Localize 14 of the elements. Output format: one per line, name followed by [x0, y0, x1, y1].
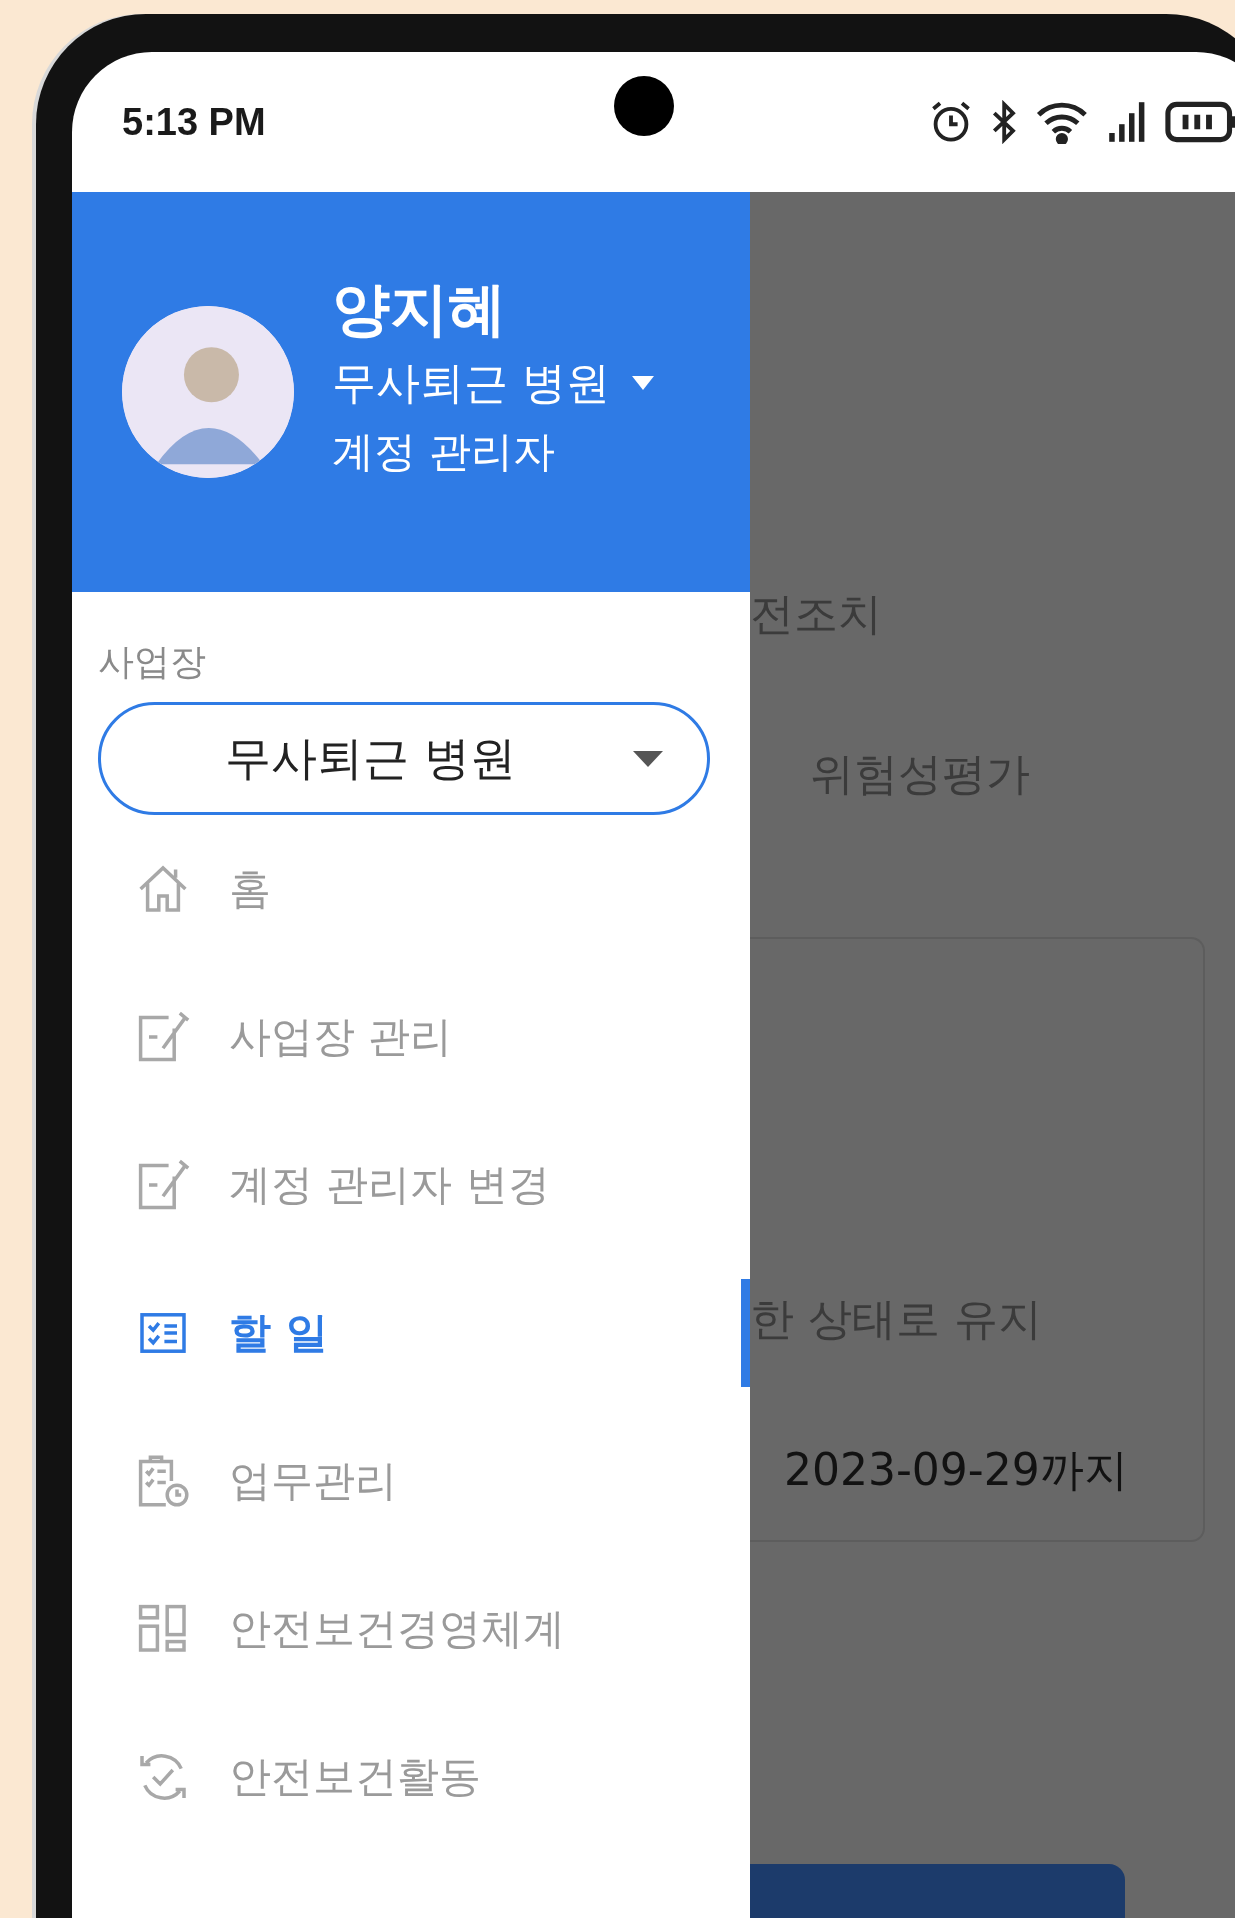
- workplace-name: 무사퇴근 병원: [332, 356, 610, 410]
- workplace-dropdown[interactable]: 무사퇴근 병원: [98, 702, 710, 815]
- battery-icon: [1164, 100, 1235, 144]
- caret-icon: [633, 750, 663, 767]
- signal-icon: [1107, 100, 1147, 144]
- workplace-label: 사업장: [98, 640, 207, 684]
- camera-icon: [614, 76, 674, 136]
- due-date: 2023-09-29까지: [784, 1443, 1128, 1497]
- avatar-icon: [122, 306, 294, 478]
- status-time: 5:13 PM: [122, 100, 266, 144]
- user-role: 계정 관리자: [332, 426, 557, 478]
- user-name: 양지혜: [332, 274, 507, 344]
- caret-icon[interactable]: [632, 376, 654, 390]
- bluetooth-icon: [990, 100, 1018, 144]
